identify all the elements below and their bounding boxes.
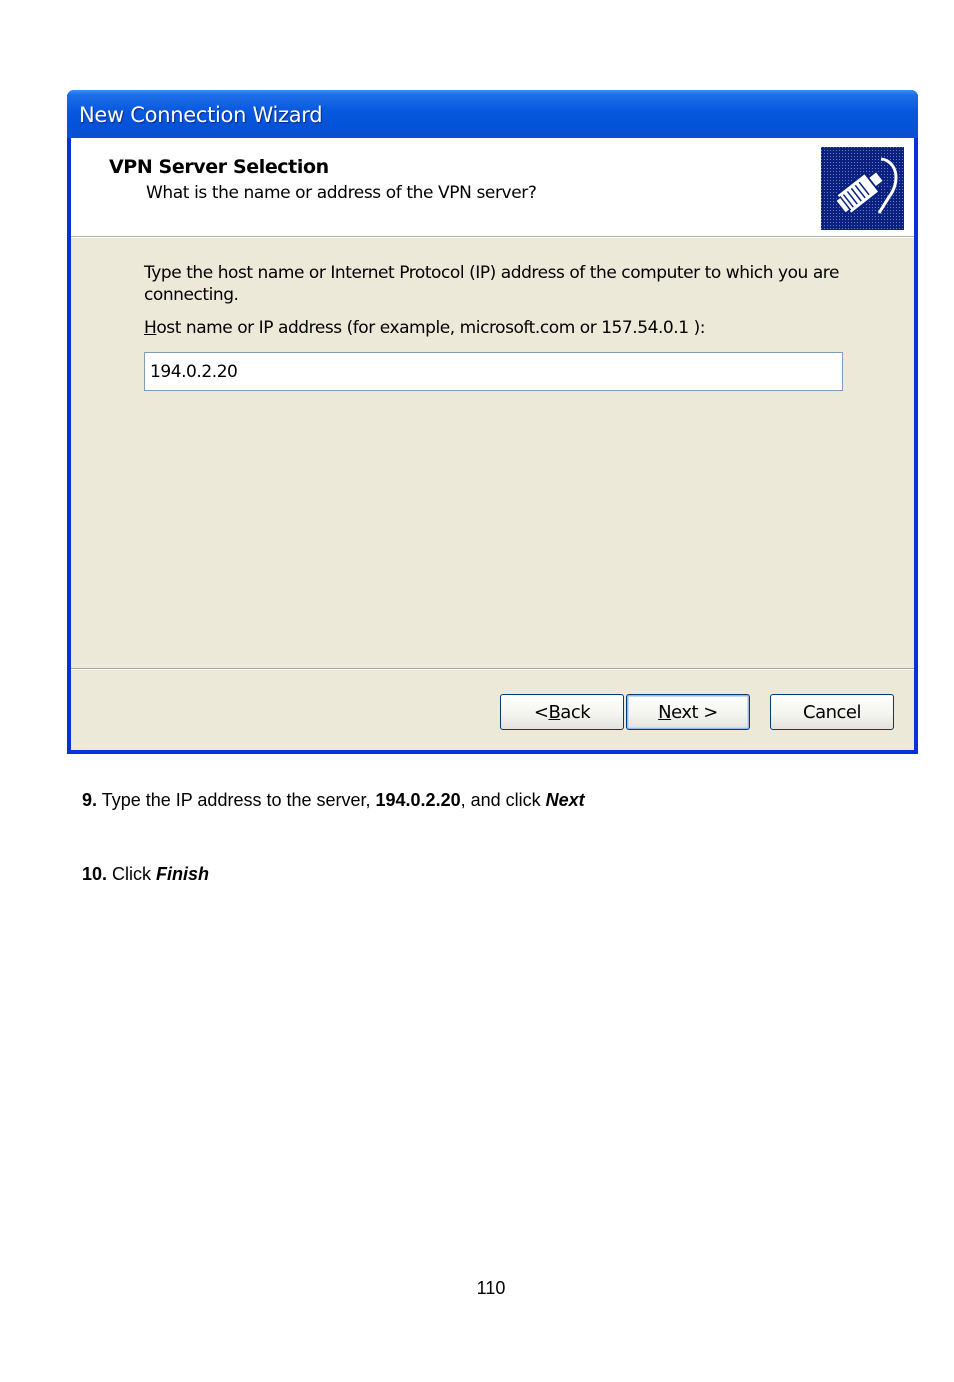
step-10-action: Finish: [156, 864, 210, 884]
host-label-text: ost name or IP address (for example, mic…: [156, 318, 706, 338]
step-10-number: 10.: [82, 864, 108, 884]
window-titlebar[interactable]: New Connection Wizard: [67, 90, 918, 138]
wizard-client-area: VPN Server Selection What is the name or…: [71, 138, 914, 750]
next-button[interactable]: Next >: [626, 694, 750, 730]
instruction-step-9: 9. Type the IP address to the server, 19…: [82, 790, 585, 811]
instruction-step-10: 10. Click Finish: [82, 864, 209, 885]
cancel-button-label: Cancel: [803, 701, 861, 723]
step-9-text-a: Type the IP address to the server,: [97, 790, 376, 810]
page-number: 110: [476, 1278, 506, 1298]
wizard-page-subtitle: What is the name or address of the VPN s…: [146, 183, 537, 203]
host-name-label: Host name or IP address (for example, mi…: [144, 318, 705, 338]
back-button[interactable]: < Back: [500, 694, 624, 730]
back-button-label: ack: [560, 701, 591, 723]
wizard-description: Type the host name or Internet Protocol …: [144, 263, 839, 305]
step-9-ip: 194.0.2.20: [375, 790, 461, 810]
wizard-header: VPN Server Selection What is the name or…: [71, 138, 914, 238]
step-9-text-b: , and click: [460, 790, 546, 810]
next-button-accesskey: N: [658, 701, 672, 723]
next-button-label: ext >: [671, 701, 718, 723]
footer-divider: [71, 668, 914, 670]
back-button-prefix: <: [533, 701, 549, 723]
window-title: New Connection Wizard: [79, 103, 323, 127]
host-name-input[interactable]: [144, 352, 843, 391]
new-connection-wizard-window: New Connection Wizard VPN Server Selecti…: [67, 90, 918, 754]
host-label-accesskey: H: [144, 318, 157, 338]
step-10-text: Click: [107, 864, 157, 884]
wizard-page-title: VPN Server Selection: [109, 156, 329, 178]
cancel-button[interactable]: Cancel: [770, 694, 894, 730]
step-9-number: 9.: [82, 790, 98, 810]
back-button-accesskey: B: [548, 701, 561, 723]
step-9-action: Next: [545, 790, 585, 810]
network-cable-plug-icon: [821, 147, 904, 230]
